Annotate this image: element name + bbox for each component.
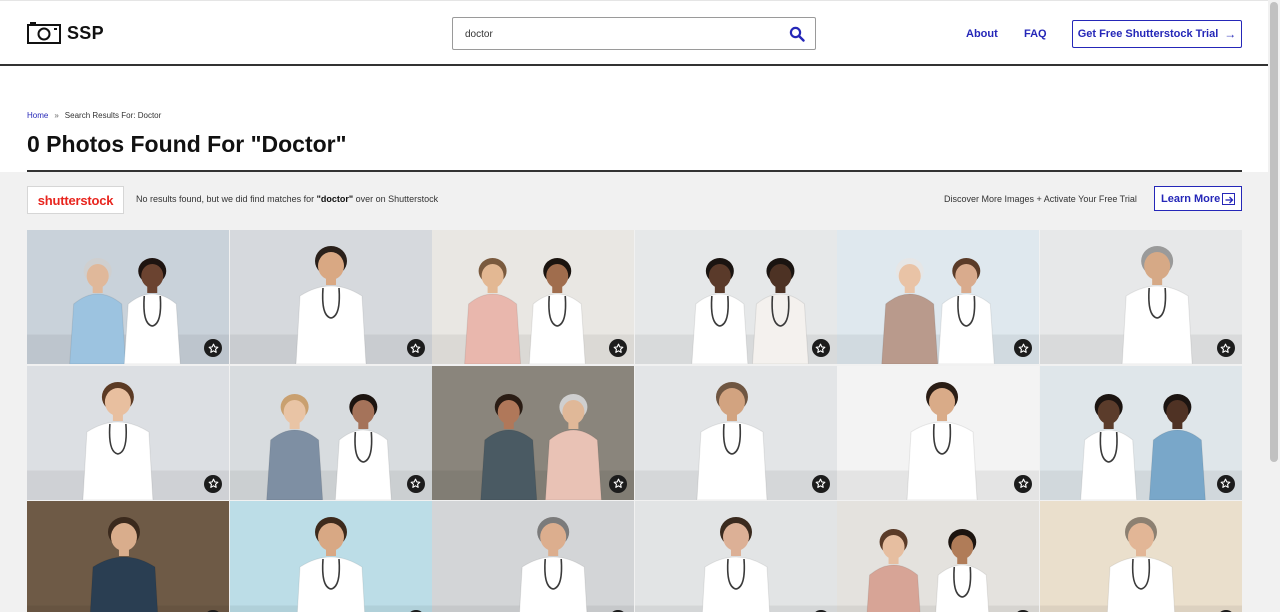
photo-image xyxy=(432,230,634,364)
photo-tile[interactable] xyxy=(634,365,837,500)
discover-text: Discover More Images + Activate Your Fre… xyxy=(944,194,1137,204)
search-icon[interactable] xyxy=(789,26,805,42)
photo-image xyxy=(27,501,229,612)
site-header: SSP About FAQ Get Free Shutterstock Tria… xyxy=(0,0,1268,66)
page-title: 0 Photos Found For "Doctor" xyxy=(27,131,347,157)
free-trial-label: Get Free Shutterstock Trial xyxy=(1077,28,1219,40)
photo-image xyxy=(1039,365,1242,500)
photo-image xyxy=(229,230,432,364)
photo-tile[interactable] xyxy=(1039,230,1242,364)
breadcrumb-home-link[interactable]: Home xyxy=(27,111,48,120)
photo-image xyxy=(837,230,1039,364)
photo-image xyxy=(1039,501,1242,612)
star-icon xyxy=(1018,478,1028,488)
photo-tile[interactable] xyxy=(432,230,634,364)
site-logo[interactable]: SSP xyxy=(27,22,104,44)
photo-image xyxy=(634,365,837,500)
star-icon xyxy=(1220,478,1231,488)
favorite-star-button[interactable] xyxy=(1216,339,1235,357)
breadcrumb-separator: » xyxy=(54,111,59,120)
notice-search-term: "doctor" xyxy=(316,194,354,204)
photo-tile[interactable] xyxy=(1039,501,1242,612)
photo-tile[interactable] xyxy=(1039,365,1242,500)
star-icon xyxy=(208,478,218,488)
photo-image xyxy=(229,501,432,612)
favorite-star-button[interactable] xyxy=(811,339,830,357)
favorite-star-button[interactable] xyxy=(406,474,425,493)
photo-image xyxy=(229,365,432,500)
box-arrow-right-icon xyxy=(1222,193,1235,205)
favorite-star-button[interactable] xyxy=(1216,474,1235,493)
photo-tile[interactable] xyxy=(837,501,1039,612)
photo-tile[interactable] xyxy=(27,501,229,612)
photo-tile[interactable] xyxy=(229,365,432,500)
search-input[interactable] xyxy=(465,25,765,43)
photo-tile[interactable] xyxy=(837,230,1039,364)
star-icon xyxy=(1220,343,1231,353)
breadcrumb-current: Search Results For: Doctor xyxy=(64,111,162,120)
photo-image xyxy=(1039,230,1242,364)
favorite-star-button[interactable] xyxy=(1014,474,1032,493)
photo-tile[interactable] xyxy=(432,501,634,612)
breadcrumb: Home » Search Results For: Doctor xyxy=(27,111,161,120)
arrow-right-icon: → xyxy=(1224,27,1237,41)
search-box xyxy=(452,17,816,50)
photo-image xyxy=(432,501,634,612)
star-icon xyxy=(208,343,218,353)
star-icon xyxy=(410,478,421,488)
photo-image xyxy=(27,365,229,500)
photo-tile[interactable] xyxy=(432,365,634,500)
favorite-star-button[interactable] xyxy=(609,339,627,357)
photo-tile[interactable] xyxy=(27,365,229,500)
camera-icon xyxy=(27,22,61,44)
page: SSP About FAQ Get Free Shutterstock Tria… xyxy=(0,0,1280,612)
favorite-star-button[interactable] xyxy=(609,474,627,493)
photo-tile[interactable] xyxy=(229,501,432,612)
photo-grid xyxy=(27,230,1242,612)
photo-image xyxy=(432,365,634,500)
star-icon xyxy=(815,478,826,488)
learn-more-label: Learn More xyxy=(1161,192,1221,205)
photo-tile[interactable] xyxy=(229,230,432,364)
photo-image xyxy=(634,501,837,612)
photo-tile[interactable] xyxy=(634,501,837,612)
photo-image xyxy=(634,230,837,364)
shutterstock-logo-text: shutterstock xyxy=(37,192,114,208)
scrollbar-thumb[interactable] xyxy=(1270,2,1278,462)
logo-text: SSP xyxy=(67,22,104,43)
star-icon xyxy=(815,343,826,353)
favorite-star-button[interactable] xyxy=(811,474,830,493)
favorite-star-button[interactable] xyxy=(1014,339,1032,357)
free-trial-button[interactable]: Get Free Shutterstock Trial → xyxy=(1072,20,1242,48)
photo-image xyxy=(837,501,1039,612)
nav-about-link[interactable]: About xyxy=(966,28,998,40)
star-icon xyxy=(613,478,623,488)
favorite-star-button[interactable] xyxy=(204,474,222,493)
photo-tile[interactable] xyxy=(27,230,229,364)
photo-image xyxy=(27,230,229,364)
star-icon xyxy=(613,343,623,353)
photo-image xyxy=(837,365,1039,500)
notice-text-before: No results found, but we did find matche… xyxy=(136,194,317,204)
favorite-star-button[interactable] xyxy=(406,339,425,357)
shutterstock-logo[interactable]: shutterstock xyxy=(27,186,124,214)
star-icon xyxy=(410,343,421,353)
no-results-notice: No results found, but we did find matche… xyxy=(136,194,438,204)
page-scrollbar[interactable] xyxy=(1268,0,1280,612)
favorite-star-button[interactable] xyxy=(204,339,222,357)
photo-tile[interactable] xyxy=(837,365,1039,500)
learn-more-button[interactable]: Learn More xyxy=(1154,186,1242,211)
nav-faq-link[interactable]: FAQ xyxy=(1024,28,1047,40)
notice-text-after: over on Shutterstock xyxy=(353,194,439,204)
star-icon xyxy=(1018,343,1028,353)
photo-tile[interactable] xyxy=(634,230,837,364)
